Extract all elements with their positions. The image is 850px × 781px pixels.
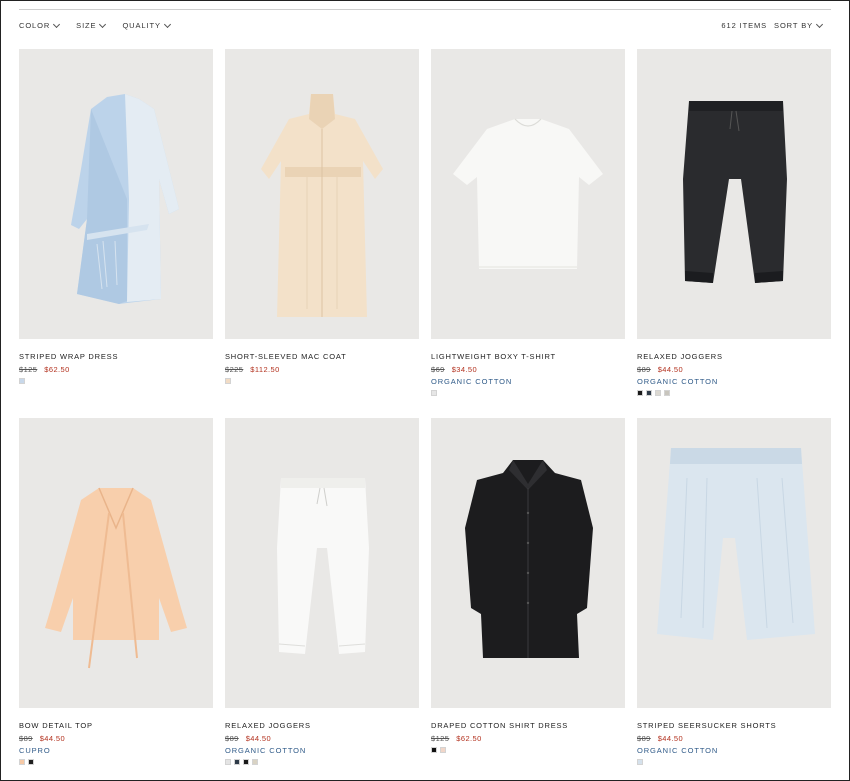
product-prices: $125 $62.50 [431, 734, 625, 743]
sale-price: $34.50 [451, 365, 478, 374]
product-name[interactable]: STRIPED WRAP DRESS [19, 352, 213, 361]
sale-price: $44.50 [245, 734, 272, 743]
color-swatch[interactable] [225, 759, 231, 765]
color-filter-label: COLOR [19, 21, 51, 30]
product-name[interactable]: STRIPED SEERSUCKER SHORTS [637, 721, 831, 730]
original-price: $89 [637, 734, 651, 743]
product-name[interactable]: SHORT-SLEEVED MAC COAT [225, 352, 419, 361]
color-swatches [19, 759, 213, 765]
original-price: $125 [19, 365, 38, 374]
product-image[interactable] [637, 418, 831, 708]
product-image[interactable] [431, 49, 625, 339]
sort-by-label: SORT BY [774, 21, 813, 30]
chevron-down-icon [53, 20, 61, 28]
original-price: $225 [225, 365, 244, 374]
product-image[interactable] [19, 418, 213, 708]
product-prices: $89 $44.50 [19, 734, 213, 743]
product-prices: $89 $44.50 [637, 734, 831, 743]
product-quality: ORGANIC COTTON [225, 746, 307, 755]
product-card[interactable]: RELAXED JOGGERS $89 $44.50 ORGANIC COTTO… [637, 49, 831, 418]
product-card[interactable]: RELAXED JOGGERS $89 $44.50 ORGANIC COTTO… [225, 418, 419, 781]
product-quality: CUPRO [19, 746, 51, 755]
toolbar-right: 612 ITEMS SORT BY [721, 20, 824, 30]
color-swatches [431, 390, 625, 396]
product-grid: STRIPED WRAP DRESS $125 $62.50 SHORT-SLE… [19, 49, 831, 781]
sort-by-dropdown[interactable]: SORT BY [774, 20, 824, 30]
product-prices: $89 $44.50 [225, 734, 419, 743]
product-name[interactable]: RELAXED JOGGERS [637, 352, 831, 361]
filter-bar: COLOR SIZE QUALITY [19, 20, 171, 30]
color-swatch[interactable] [664, 390, 670, 396]
color-swatch[interactable] [225, 378, 231, 384]
product-image[interactable] [19, 49, 213, 339]
color-swatches [19, 378, 213, 384]
color-swatch[interactable] [440, 747, 446, 753]
color-swatch[interactable] [234, 759, 240, 765]
size-filter[interactable]: SIZE [76, 20, 107, 30]
quality-filter[interactable]: QUALITY [122, 20, 171, 30]
product-image[interactable] [431, 418, 625, 708]
product-prices: $69 $34.50 [431, 365, 625, 374]
product-card[interactable]: LIGHTWEIGHT BOXY T-SHIRT $69 $34.50 ORGA… [431, 49, 625, 418]
sale-price: $44.50 [657, 365, 684, 374]
product-quality: ORGANIC COTTON [637, 377, 719, 386]
color-swatch[interactable] [19, 378, 25, 384]
color-swatch[interactable] [252, 759, 258, 765]
size-filter-label: SIZE [76, 21, 97, 30]
color-swatch[interactable] [28, 759, 34, 765]
color-swatches [431, 747, 625, 753]
color-swatch[interactable] [431, 390, 437, 396]
product-image[interactable] [225, 418, 419, 708]
color-swatch[interactable] [646, 390, 652, 396]
product-name[interactable]: BOW DETAIL TOP [19, 721, 213, 730]
product-card[interactable]: DRAPED COTTON SHIRT DRESS $125 $62.50 [431, 418, 625, 781]
sale-price: $112.50 [250, 365, 280, 374]
quality-filter-label: QUALITY [122, 21, 161, 30]
color-swatch[interactable] [637, 759, 643, 765]
color-swatches [225, 378, 419, 384]
color-swatches [225, 759, 419, 765]
items-count: 612 ITEMS [721, 21, 768, 30]
original-price: $125 [431, 734, 450, 743]
product-card[interactable]: STRIPED SEERSUCKER SHORTS $89 $44.50 ORG… [637, 418, 831, 781]
product-quality: ORGANIC COTTON [637, 746, 719, 755]
original-price: $69 [431, 365, 445, 374]
chevron-down-icon [163, 20, 171, 28]
chevron-down-icon [99, 20, 107, 28]
color-swatches [637, 390, 831, 396]
color-swatch[interactable] [19, 759, 25, 765]
sale-price: $62.50 [456, 734, 482, 743]
color-swatch[interactable] [655, 390, 661, 396]
product-image[interactable] [225, 49, 419, 339]
color-swatch[interactable] [243, 759, 249, 765]
product-quality: ORGANIC COTTON [431, 377, 513, 386]
product-name[interactable]: LIGHTWEIGHT BOXY T-SHIRT [431, 352, 625, 361]
sale-price: $44.50 [657, 734, 684, 743]
color-swatch[interactable] [637, 390, 643, 396]
original-price: $89 [225, 734, 239, 743]
color-swatches [637, 759, 831, 765]
sale-price: $62.50 [44, 365, 70, 374]
product-name[interactable]: DRAPED COTTON SHIRT DRESS [431, 721, 625, 730]
product-card[interactable]: STRIPED WRAP DRESS $125 $62.50 [19, 49, 213, 418]
color-filter[interactable]: COLOR [19, 20, 61, 30]
product-image[interactable] [637, 49, 831, 339]
product-card[interactable]: SHORT-SLEEVED MAC COAT $225 $112.50 [225, 49, 419, 418]
chevron-down-icon [815, 20, 824, 28]
product-name[interactable]: RELAXED JOGGERS [225, 721, 419, 730]
product-prices: $125 $62.50 [19, 365, 213, 374]
product-prices: $225 $112.50 [225, 365, 419, 374]
header-divider [19, 9, 831, 10]
product-card[interactable]: BOW DETAIL TOP $89 $44.50 CUPRO [19, 418, 213, 781]
product-prices: $89 $44.50 [637, 365, 831, 374]
sale-price: $44.50 [39, 734, 66, 743]
original-price: $89 [637, 365, 651, 374]
color-swatch[interactable] [431, 747, 437, 753]
original-price: $89 [19, 734, 33, 743]
